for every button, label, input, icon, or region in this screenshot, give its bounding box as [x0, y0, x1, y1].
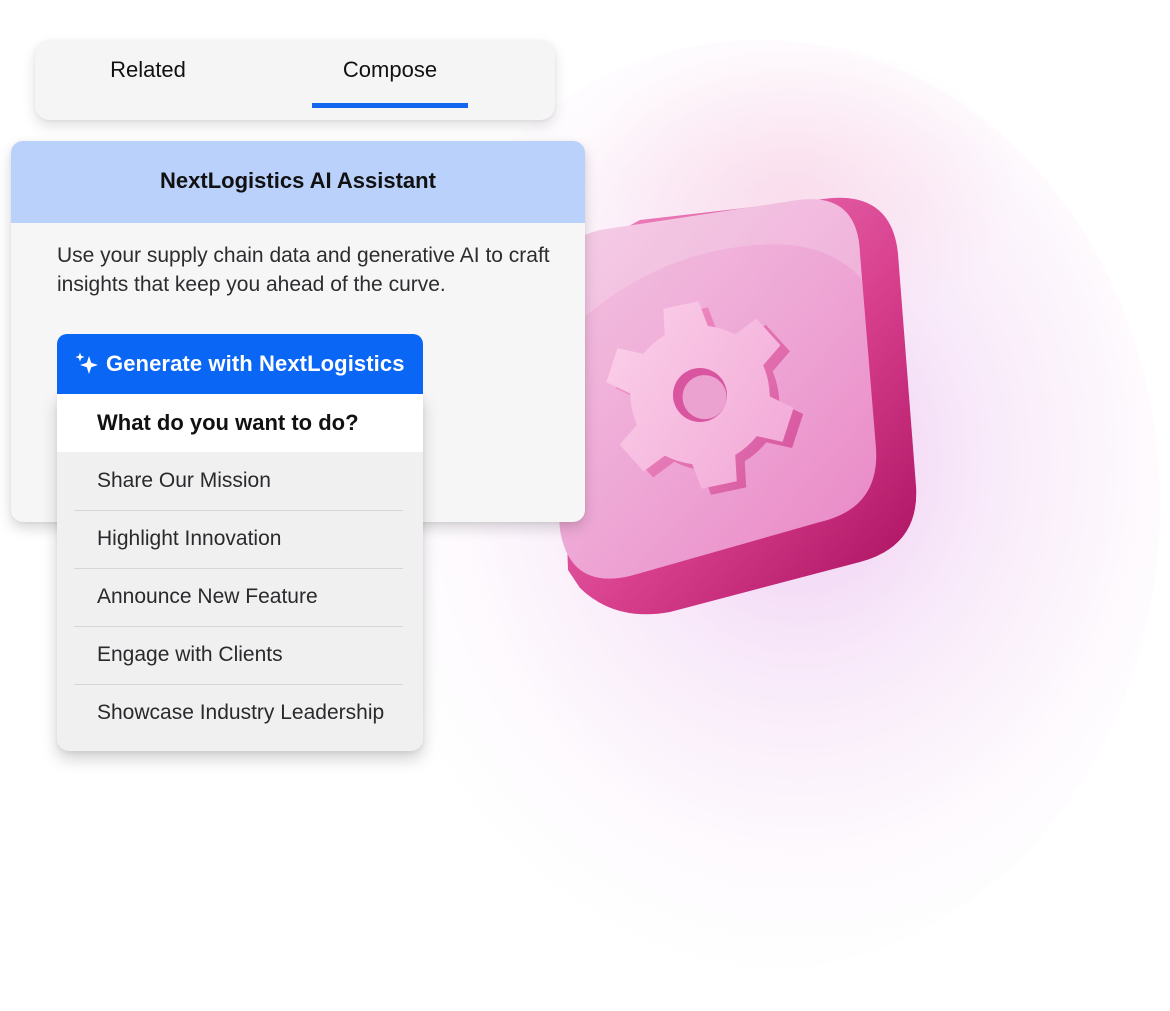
tab-related-label: Related [110, 57, 186, 82]
generate-button-label: Generate with NextLogistics [106, 351, 405, 376]
tab-compose[interactable]: Compose [312, 40, 468, 120]
tab-related[interactable]: Related [75, 40, 221, 120]
option-engage-with-clients[interactable]: Engage with Clients [57, 626, 423, 684]
sparkle-icon [75, 352, 98, 374]
dropdown-heading: What do you want to do? [57, 393, 423, 452]
option-announce-new-feature[interactable]: Announce New Feature [57, 568, 423, 626]
assistant-header: NextLogistics AI Assistant [11, 141, 585, 223]
assistant-description: Use your supply chain data and generativ… [57, 244, 550, 296]
tab-bar: Related Compose [35, 40, 555, 120]
action-dropdown: What do you want to do? Share Our Missio… [57, 393, 423, 751]
generate-button[interactable]: Generate with NextLogistics [57, 334, 423, 394]
option-showcase-industry-leadership[interactable]: Showcase Industry Leadership [57, 684, 423, 742]
tab-compose-label: Compose [342, 57, 438, 82]
assistant-title: NextLogistics AI Assistant [160, 168, 436, 193]
option-highlight-innovation[interactable]: Highlight Innovation [57, 510, 423, 568]
active-tab-indicator [312, 103, 468, 108]
option-share-our-mission[interactable]: Share Our Mission [57, 452, 423, 510]
